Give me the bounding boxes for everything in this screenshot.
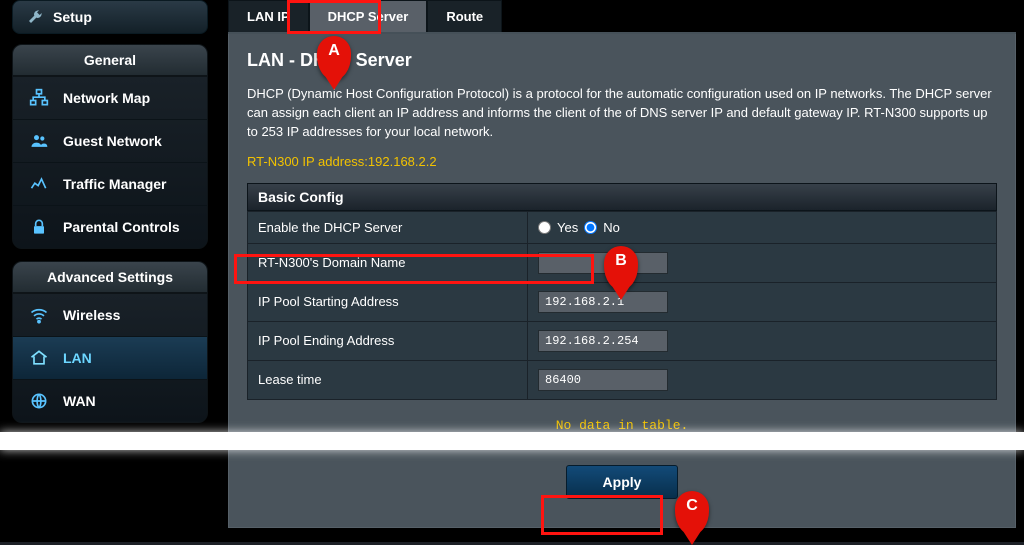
pool-start-input[interactable] bbox=[538, 291, 668, 313]
sidebar: Setup General Network Map Guest Network … bbox=[0, 0, 220, 542]
pool-end-label: IP Pool Ending Address bbox=[248, 321, 528, 360]
router-ip-value: 192.168.2.2 bbox=[368, 154, 437, 169]
enable-dhcp-label: Enable the DHCP Server bbox=[248, 211, 528, 243]
sidebar-item-label: Network Map bbox=[63, 90, 150, 106]
main-panel: LAN IP DHCP Server Route LAN - DHCP Serv… bbox=[220, 0, 1024, 542]
lock-icon bbox=[25, 216, 53, 238]
sidebar-item-traffic-manager[interactable]: Traffic Manager bbox=[13, 163, 207, 206]
sidebar-item-label: Wireless bbox=[63, 307, 120, 323]
config-table: Enable the DHCP Server Yes No RT-N300's … bbox=[247, 211, 997, 400]
tabs: LAN IP DHCP Server Route bbox=[228, 0, 1016, 34]
guest-network-icon bbox=[25, 130, 53, 152]
wireless-icon bbox=[25, 304, 53, 326]
enable-dhcp-no-radio[interactable] bbox=[584, 221, 597, 234]
lease-time-label: Lease time bbox=[248, 360, 528, 399]
sidebar-item-network-map[interactable]: Network Map bbox=[13, 77, 207, 120]
router-ip-label: RT-N300 IP address: bbox=[247, 154, 368, 169]
wrench-icon bbox=[27, 9, 43, 25]
sidebar-item-wan[interactable]: WAN bbox=[13, 380, 207, 422]
sidebar-item-label: LAN bbox=[63, 350, 92, 366]
enable-dhcp-yes-radio[interactable] bbox=[538, 221, 551, 234]
no-label: No bbox=[603, 220, 620, 235]
row-enable-dhcp: Enable the DHCP Server Yes No bbox=[248, 211, 997, 243]
domain-name-label: RT-N300's Domain Name bbox=[248, 243, 528, 282]
row-domain-name: RT-N300's Domain Name bbox=[248, 243, 997, 282]
pool-end-input[interactable] bbox=[538, 330, 668, 352]
general-section: Network Map Guest Network Traffic Manage… bbox=[12, 76, 208, 249]
lease-time-input[interactable] bbox=[538, 369, 668, 391]
sidebar-item-label: Guest Network bbox=[63, 133, 162, 149]
row-lease-time: Lease time bbox=[248, 360, 997, 399]
traffic-manager-icon bbox=[25, 173, 53, 195]
network-map-icon bbox=[25, 87, 53, 109]
advanced-section-title: Advanced Settings bbox=[12, 261, 208, 293]
sidebar-item-label: Traffic Manager bbox=[63, 176, 166, 192]
content-panel: LAN - DHCP Server DHCP (Dynamic Host Con… bbox=[228, 34, 1016, 528]
sidebar-item-parental-controls[interactable]: Parental Controls bbox=[13, 206, 207, 248]
router-ip-line: RT-N300 IP address:192.168.2.2 bbox=[247, 154, 997, 169]
globe-icon bbox=[25, 390, 53, 412]
setup-label: Setup bbox=[53, 9, 92, 25]
tab-dhcp-server[interactable]: DHCP Server bbox=[309, 0, 428, 32]
tab-lan-ip[interactable]: LAN IP bbox=[228, 0, 309, 32]
apply-button[interactable]: Apply bbox=[566, 465, 679, 499]
page-description: DHCP (Dynamic Host Configuration Protoco… bbox=[247, 85, 997, 142]
general-section-title: General bbox=[12, 44, 208, 76]
tab-route[interactable]: Route bbox=[427, 0, 502, 32]
pool-start-label: IP Pool Starting Address bbox=[248, 282, 528, 321]
home-icon bbox=[25, 347, 53, 369]
sidebar-item-lan[interactable]: LAN bbox=[13, 337, 207, 380]
advanced-section: Wireless LAN WAN bbox=[12, 293, 208, 423]
divider-band bbox=[0, 432, 1024, 450]
sidebar-item-guest-network[interactable]: Guest Network bbox=[13, 120, 207, 163]
domain-name-input[interactable] bbox=[538, 252, 668, 274]
row-pool-start: IP Pool Starting Address bbox=[248, 282, 997, 321]
row-pool-end: IP Pool Ending Address bbox=[248, 321, 997, 360]
setup-button[interactable]: Setup bbox=[12, 0, 208, 34]
sidebar-item-wireless[interactable]: Wireless bbox=[13, 294, 207, 337]
basic-config-header: Basic Config bbox=[247, 183, 997, 211]
sidebar-item-label: WAN bbox=[63, 393, 96, 409]
page-title: LAN - DHCP Server bbox=[247, 50, 997, 71]
yes-label: Yes bbox=[557, 220, 578, 235]
sidebar-item-label: Parental Controls bbox=[63, 219, 180, 235]
